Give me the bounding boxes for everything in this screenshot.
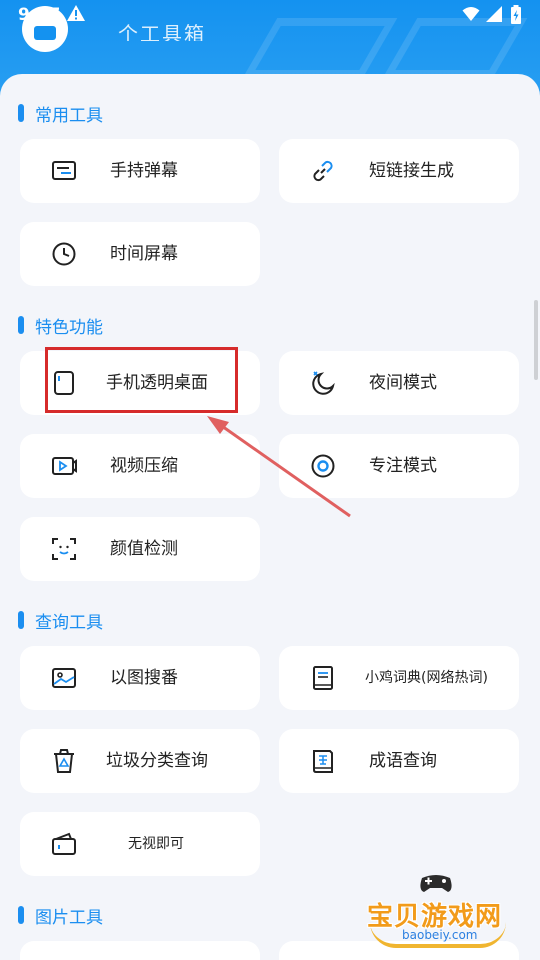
- tool-card-label: 专注模式: [369, 456, 437, 476]
- tool-card-slang-dictionary[interactable]: 小鸡词典(网络热词): [279, 646, 519, 710]
- app-title: 个工具箱: [118, 22, 206, 46]
- tool-card-label: 手持弹幕: [110, 161, 178, 181]
- section-marker: [18, 104, 24, 122]
- tool-card-video-compress[interactable]: 视频压缩: [20, 434, 260, 498]
- scrollbar[interactable]: [534, 300, 538, 380]
- app-logo: [22, 6, 68, 52]
- section-title-text: 常用工具: [35, 105, 103, 126]
- wifi-icon: [462, 5, 480, 28]
- section-marker: [18, 906, 24, 924]
- video-icon: [50, 452, 78, 480]
- tool-card-label: 时间屏幕: [110, 244, 178, 264]
- section-title-common-tools: 常用工具: [18, 101, 103, 126]
- section-title-text: 特色功能: [35, 317, 103, 338]
- tool-card-handheld-barrage[interactable]: 手持弹幕: [20, 139, 260, 203]
- tool-card-face-score[interactable]: 颜值检测: [20, 517, 260, 581]
- tool-card-focus-mode[interactable]: 专注模式: [279, 434, 519, 498]
- idiom-book-icon: [309, 747, 337, 775]
- face-scan-icon: [50, 535, 78, 563]
- tool-card-partial[interactable]: [20, 941, 260, 960]
- link-icon: [309, 157, 337, 185]
- tool-card-label: 小鸡词典(网络热词): [365, 670, 488, 686]
- tool-card-label: 成语查询: [369, 751, 437, 771]
- watermark-logo: 宝贝游戏网 baobeiy.com: [360, 870, 520, 950]
- moon-icon: [309, 369, 337, 397]
- watermark-url: baobeiy.com: [402, 928, 478, 942]
- status-bar: 9:07: [0, 0, 540, 32]
- clock-icon: [50, 240, 78, 268]
- section-title-text: 图片工具: [35, 907, 103, 928]
- tool-card-label: 短链接生成: [369, 161, 454, 181]
- section-title-featured: 特色功能: [18, 313, 103, 338]
- tool-card-label: 无视即可: [128, 836, 184, 852]
- wallet-icon: [50, 830, 78, 858]
- tool-card-ignore[interactable]: 无视即可: [20, 812, 260, 876]
- tool-card-label: 以图搜番: [110, 668, 178, 688]
- tool-card-idiom-query[interactable]: 成语查询: [279, 729, 519, 793]
- section-marker: [18, 316, 24, 334]
- book-icon: [309, 664, 337, 692]
- tool-card-label: 颜值检测: [110, 539, 178, 559]
- barrage-icon: [50, 157, 78, 185]
- tool-card-image-search-anime[interactable]: 以图搜番: [20, 646, 260, 710]
- tool-card-label: 视频压缩: [110, 456, 178, 476]
- signal-icon: [485, 5, 503, 28]
- image-icon: [50, 664, 78, 692]
- section-marker: [18, 611, 24, 629]
- tool-card-time-screen[interactable]: 时间屏幕: [20, 222, 260, 286]
- tool-card-label: 夜间模式: [369, 373, 437, 393]
- tool-card-label: 垃圾分类查询: [106, 751, 208, 771]
- target-icon: [309, 452, 337, 480]
- tool-card-night-mode[interactable]: 夜间模式: [279, 351, 519, 415]
- battery-icon: [510, 5, 522, 30]
- section-title-image-tools: 图片工具: [18, 903, 103, 928]
- tool-card-garbage-sort[interactable]: 垃圾分类查询: [20, 729, 260, 793]
- annotation-highlight-box: [45, 347, 238, 413]
- alert-icon: [66, 3, 86, 28]
- trash-icon: [50, 747, 78, 775]
- section-title-query-tools: 查询工具: [18, 608, 103, 633]
- tool-card-short-link[interactable]: 短链接生成: [279, 139, 519, 203]
- gamepad-icon: [420, 875, 452, 892]
- section-title-text: 查询工具: [35, 612, 103, 633]
